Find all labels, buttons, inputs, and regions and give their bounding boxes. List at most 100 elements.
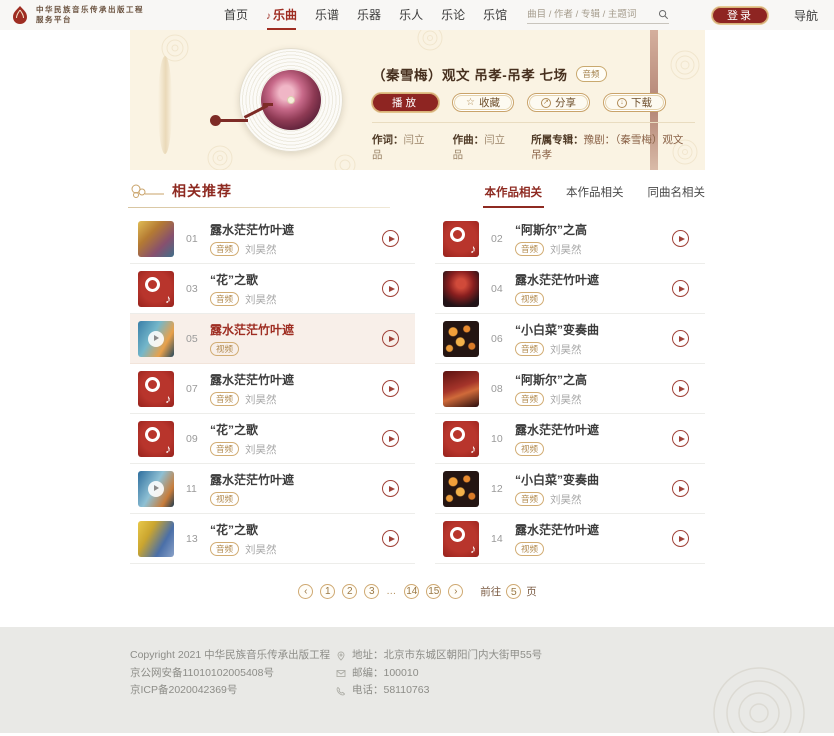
address-label: 地址： <box>352 649 384 661</box>
search-input[interactable] <box>527 9 658 20</box>
track-title[interactable]: “花”之歌 <box>210 421 382 438</box>
share-button[interactable]: ↗ 分享 <box>527 93 590 112</box>
track-row[interactable]: ♪ 06 “小白菜”变奏曲 音频 刘昊然 <box>435 314 705 364</box>
nav-item-乐人[interactable]: 乐人 <box>399 0 423 30</box>
track-title[interactable]: 露水茫茫竹叶遮 <box>515 521 672 538</box>
page-button-2[interactable]: 2 <box>342 584 357 599</box>
track-row[interactable]: ♪ 09 “花”之歌 音频 刘昊然 <box>130 414 415 464</box>
track-title[interactable]: 露水茫茫竹叶遮 <box>210 471 382 488</box>
track-row[interactable]: ♪ 02 “阿斯尔”之高 音频 刘昊然 <box>435 214 705 264</box>
track-play-button[interactable] <box>672 380 689 397</box>
track-title[interactable]: 露水茫茫竹叶遮 <box>515 421 672 438</box>
nav-item-首页[interactable]: 首页 <box>224 0 248 30</box>
login-button[interactable]: 登录 <box>712 7 768 24</box>
play-song-button[interactable]: 播放 <box>372 93 439 112</box>
track-row[interactable]: ♪ 13 “花”之歌 音频 刘昊然 <box>130 514 415 564</box>
phone-value: 58110763 <box>384 684 430 696</box>
track-artist: 刘昊然 <box>550 242 582 257</box>
track-title[interactable]: 露水茫茫竹叶遮 <box>210 221 382 238</box>
track-play-button[interactable] <box>382 530 399 547</box>
track-thumbnail: ♪ <box>138 421 174 457</box>
music-logo-icon <box>450 227 465 242</box>
track-title[interactable]: “花”之歌 <box>210 271 382 288</box>
track-play-button[interactable] <box>382 480 399 497</box>
track-title[interactable]: “花”之歌 <box>210 521 382 538</box>
track-play-button[interactable] <box>382 230 399 247</box>
goto-page-input[interactable]: 5 <box>506 584 521 599</box>
track-row[interactable]: ♪ 10 露水茫茫竹叶遮 视频 <box>435 414 705 464</box>
phone-icon <box>336 686 346 696</box>
tab-1[interactable]: 本作品相关 <box>566 184 624 200</box>
police-record-number[interactable]: 京公网安备11010102005408号 <box>130 665 336 683</box>
icp-record-number[interactable]: 京ICP备2020042369号 <box>130 682 336 700</box>
page-ellipsis: … <box>386 586 397 597</box>
prev-page-button[interactable]: ‹ <box>298 584 313 599</box>
track-artist: 刘昊然 <box>550 392 582 407</box>
music-note-icon: ♪ <box>470 442 476 456</box>
track-title[interactable]: “阿斯尔”之高 <box>515 221 672 238</box>
related-tabs: 本作品相关 本作品相关 同曲名相关 <box>485 184 706 208</box>
track-title[interactable]: “小白菜”变奏曲 <box>515 471 672 488</box>
nav-item-乐曲[interactable]: ♪乐曲 <box>266 0 297 30</box>
track-title[interactable]: “小白菜”变奏曲 <box>515 321 672 338</box>
track-row[interactable]: ♪ 01 露水茫茫竹叶遮 音频 刘昊然 <box>130 214 415 264</box>
music-note-icon: ♪ <box>165 442 171 456</box>
lyricist-label: 作词： <box>372 134 404 146</box>
phone-label: 电话： <box>352 684 384 696</box>
track-play-button[interactable] <box>672 330 689 347</box>
nav-item-乐器[interactable]: 乐器 <box>357 0 381 30</box>
track-title[interactable]: “阿斯尔”之高 <box>515 371 672 388</box>
page-button-3[interactable]: 3 <box>364 584 379 599</box>
page-button-15[interactable]: 15 <box>426 584 441 599</box>
play-triangle-icon <box>679 436 685 442</box>
next-page-button[interactable]: › <box>448 584 463 599</box>
track-row[interactable]: ♪ 08 “阿斯尔”之高 音频 刘昊然 <box>435 364 705 414</box>
tonearm <box>220 119 248 122</box>
tab-0[interactable]: 本作品相关 <box>485 184 543 200</box>
track-thumbnail: ♪ <box>138 371 174 407</box>
track-thumbnail: ♪ <box>138 221 174 257</box>
favorite-button[interactable]: ☆ 收藏 <box>452 93 514 112</box>
search-icon[interactable] <box>658 9 669 20</box>
track-row[interactable]: ♪ 05 露水茫茫竹叶遮 视频 <box>130 314 415 364</box>
track-number: 05 <box>186 333 210 345</box>
track-thumbnail: ♪ <box>138 271 174 307</box>
track-title[interactable]: 露水茫茫竹叶遮 <box>210 321 382 338</box>
track-row[interactable]: ♪ 07 露水茫茫竹叶遮 音频 刘昊然 <box>130 364 415 414</box>
track-play-button[interactable] <box>382 280 399 297</box>
track-type-badge: 音频 <box>210 542 239 556</box>
track-play-button[interactable] <box>382 430 399 447</box>
copyright-text: Copyright 2021 中华民族音乐传承出版工程 <box>130 647 336 665</box>
nav-item-乐谱[interactable]: 乐谱 <box>315 0 339 30</box>
composer-label: 作曲： <box>453 134 485 146</box>
track-title[interactable]: 露水茫茫竹叶遮 <box>210 371 382 388</box>
download-button[interactable]: ↓ 下载 <box>603 93 666 112</box>
page-button-14[interactable]: 14 <box>404 584 419 599</box>
track-title[interactable]: 露水茫茫竹叶遮 <box>515 271 672 288</box>
search-bar[interactable] <box>527 6 669 24</box>
track-row[interactable]: ♪ 11 露水茫茫竹叶遮 视频 <box>130 464 415 514</box>
media-type-badge: 音频 <box>576 66 607 82</box>
track-row[interactable]: ♪ 04 露水茫茫竹叶遮 视频 <box>435 264 705 314</box>
track-play-button[interactable] <box>672 230 689 247</box>
address-value: 北京市东城区朝阳门内大街甲55号 <box>384 649 543 661</box>
nav-item-乐馆[interactable]: 乐馆 <box>483 0 507 30</box>
track-play-button[interactable] <box>672 530 689 547</box>
track-row[interactable]: ♪ 12 “小白菜”变奏曲 音频 刘昊然 <box>435 464 705 514</box>
track-play-button[interactable] <box>672 280 689 297</box>
site-logo[interactable]: 中华民族音乐传承出版工程 服务平台 <box>10 5 144 25</box>
track-row[interactable]: ♪ 03 “花”之歌 音频 刘昊然 <box>130 264 415 314</box>
track-play-button[interactable] <box>382 330 399 347</box>
track-play-button[interactable] <box>382 380 399 397</box>
page-button-1[interactable]: 1 <box>320 584 335 599</box>
nav-item-乐论[interactable]: 乐论 <box>441 0 465 30</box>
track-number: 11 <box>186 483 210 495</box>
track-row[interactable]: ♪ 14 露水茫茫竹叶遮 视频 <box>435 514 705 564</box>
track-play-button[interactable] <box>672 430 689 447</box>
track-type-badge: 视频 <box>515 442 544 456</box>
track-thumbnail: ♪ <box>443 471 479 507</box>
tab-2[interactable]: 同曲名相关 <box>648 184 706 200</box>
track-play-button[interactable] <box>672 480 689 497</box>
nav-toggle[interactable]: 导航 <box>794 7 818 24</box>
track-type-badge: 音频 <box>515 392 544 406</box>
